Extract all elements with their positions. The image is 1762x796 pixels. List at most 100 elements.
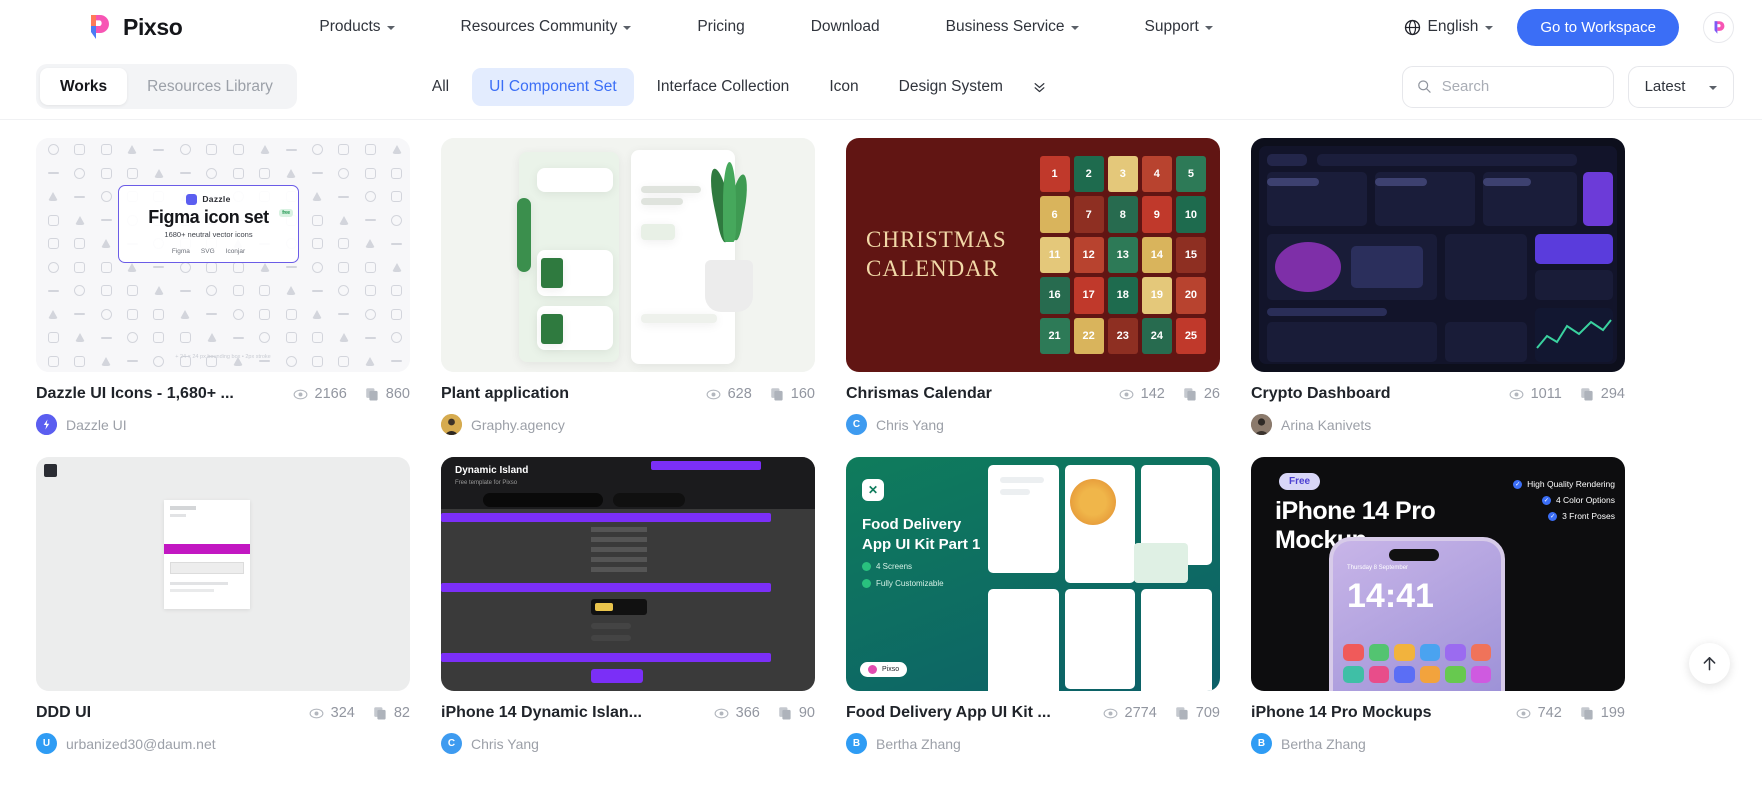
views-stat: 366 bbox=[714, 705, 760, 721]
nav-item-resources-community[interactable]: Resources Community bbox=[428, 18, 665, 36]
card-thumbnail[interactable]: Free iPhone 14 Pro Mockup ✓ High Quality… bbox=[1251, 457, 1625, 691]
icon-glyph bbox=[40, 138, 66, 162]
dyn-label: Dynamic Island bbox=[455, 465, 529, 476]
icon-glyph bbox=[119, 138, 145, 162]
icon-glyph bbox=[66, 303, 92, 327]
scroll-to-top-button[interactable] bbox=[1689, 643, 1730, 684]
nav-item-pricing[interactable]: Pricing bbox=[664, 18, 777, 36]
card-iphone-14-dynamic-island[interactable]: Dynamic Island Free template for Pixso i… bbox=[441, 457, 815, 754]
icon-glyph bbox=[119, 303, 145, 327]
icon-glyph bbox=[225, 326, 251, 350]
icon-glyph bbox=[278, 326, 304, 350]
icon-glyph bbox=[383, 185, 409, 209]
icon-glyph bbox=[225, 303, 251, 327]
card-author[interactable]: B Bertha Zhang bbox=[1251, 733, 1625, 754]
nav-label: Resources Community bbox=[460, 18, 618, 35]
card-ddd-ui[interactable]: DDD UI 324 82 U urbanized30@daum.net bbox=[36, 457, 410, 754]
filter-interface-collection[interactable]: Interface Collection bbox=[640, 68, 807, 106]
tab-works[interactable]: Works bbox=[40, 68, 128, 105]
card-food-delivery-app-ui-kit[interactable]: ✕ Food Delivery App UI Kit Part 1 4 Scre… bbox=[846, 457, 1220, 754]
card-meta: Food Delivery App UI Kit ... 2774 709 bbox=[846, 704, 1220, 722]
nav-item-business-service[interactable]: Business Service bbox=[913, 18, 1112, 36]
card-crypto-dashboard[interactable]: Crypto Dashboard 1011 294 Arina Kanivets bbox=[1251, 138, 1625, 435]
dazzle-brand: Dazzle bbox=[186, 193, 231, 205]
card-author[interactable]: B Bertha Zhang bbox=[846, 733, 1220, 754]
logo[interactable]: Pixso bbox=[84, 12, 183, 42]
food-feature-label: 4 Screens bbox=[876, 562, 913, 571]
icon-glyph bbox=[199, 162, 225, 186]
card-author[interactable]: U urbanized30@daum.net bbox=[36, 733, 410, 754]
card-thumbnail[interactable] bbox=[441, 138, 815, 372]
author-name: Bertha Zhang bbox=[1281, 735, 1366, 752]
icon-glyph bbox=[40, 350, 66, 373]
ipm-time: 14:41 bbox=[1347, 577, 1434, 615]
views-count: 2166 bbox=[314, 386, 347, 402]
filter-design-system[interactable]: Design System bbox=[882, 68, 1020, 106]
avatar bbox=[441, 414, 462, 435]
card-stats: 742 199 bbox=[1516, 705, 1625, 721]
avatar: C bbox=[441, 733, 462, 754]
card-author[interactable]: C Chris Yang bbox=[846, 414, 1220, 435]
views-stat: 742 bbox=[1516, 705, 1562, 721]
copies-count: 160 bbox=[790, 386, 815, 402]
search-box[interactable] bbox=[1402, 65, 1614, 108]
icon-glyph bbox=[119, 162, 145, 186]
icon-glyph bbox=[251, 350, 277, 373]
icon-glyph bbox=[66, 138, 92, 162]
card-thumbnail[interactable]: ✕ Food Delivery App UI Kit Part 1 4 Scre… bbox=[846, 457, 1220, 691]
icon-glyph bbox=[93, 209, 119, 233]
language-selector[interactable]: English bbox=[1404, 18, 1494, 36]
nav-item-support[interactable]: Support bbox=[1112, 18, 1246, 36]
icon-glyph bbox=[331, 326, 357, 350]
chevron-down-icon bbox=[1485, 26, 1494, 30]
ipm-date: Thursday 8 September bbox=[1347, 565, 1409, 571]
ddd-art bbox=[36, 457, 410, 691]
card-thumbnail[interactable] bbox=[36, 457, 410, 691]
advent-day: 22 bbox=[1073, 317, 1104, 354]
nav-item-products[interactable]: Products bbox=[286, 18, 427, 36]
search-input[interactable] bbox=[1441, 78, 1599, 95]
icon-glyph bbox=[278, 162, 304, 186]
card-plant-application[interactable]: Plant application 628 160 Graphy.agency bbox=[441, 138, 815, 435]
card-author[interactable]: C Chris Yang bbox=[441, 733, 815, 754]
tab-resources-library[interactable]: Resources Library bbox=[127, 68, 293, 105]
card-stats: 628 160 bbox=[706, 386, 815, 402]
card-chrismas-calendar[interactable]: CHRISTMAS CALENDAR 1 2 3 4 5 6 7 8 9 10 11 12 13 14 15… bbox=[846, 138, 1220, 435]
copies-stat: 199 bbox=[1580, 705, 1625, 721]
card-thumbnail[interactable]: CHRISTMAS CALENDAR 1 2 3 4 5 6 7 8 9 10 11 12 13 14 15… bbox=[846, 138, 1220, 372]
ipm-feature: ✓ High Quality Rendering bbox=[1513, 479, 1615, 489]
dazzle-brand-label: Dazzle bbox=[202, 194, 231, 204]
filter-icon[interactable]: Icon bbox=[812, 68, 875, 106]
ipm-feature-label: 4 Color Options bbox=[1555, 495, 1615, 505]
filter-ui-component-set[interactable]: UI Component Set bbox=[472, 67, 634, 106]
author-name: Dazzle UI bbox=[66, 416, 127, 433]
user-avatar-button[interactable] bbox=[1703, 11, 1734, 43]
go-to-workspace-button[interactable]: Go to Workspace bbox=[1517, 8, 1679, 46]
card-thumbnail[interactable] bbox=[1251, 138, 1625, 372]
eye-icon bbox=[714, 708, 729, 718]
filter-all[interactable]: All bbox=[415, 68, 466, 106]
copy-icon bbox=[1581, 707, 1593, 720]
thumb-subtitle: 1680+ neutral vector icons bbox=[164, 229, 253, 239]
expand-filters-button[interactable] bbox=[1026, 79, 1057, 94]
views-count: 2774 bbox=[1124, 705, 1157, 721]
card-stats: 324 82 bbox=[309, 705, 410, 721]
icon-glyph bbox=[93, 326, 119, 350]
card-author[interactable]: Dazzle UI bbox=[36, 414, 410, 435]
icon-glyph bbox=[331, 256, 357, 280]
card-author[interactable]: Graphy.agency bbox=[441, 414, 815, 435]
nav-item-download[interactable]: Download bbox=[778, 18, 913, 36]
card-author[interactable]: Arina Kanivets bbox=[1251, 414, 1625, 435]
card-thumbnail[interactable]: Dazzle Figma icon set free 1680+ neutral… bbox=[36, 138, 410, 372]
copy-icon bbox=[1184, 388, 1196, 401]
card-iphone-14-pro-mockups[interactable]: Free iPhone 14 Pro Mockup ✓ High Quality… bbox=[1251, 457, 1625, 754]
language-label: English bbox=[1427, 18, 1479, 35]
card-dazzle-ui-icons[interactable]: Dazzle Figma icon set free 1680+ neutral… bbox=[36, 138, 410, 435]
icon-glyph bbox=[383, 209, 409, 233]
thumb-headline-text: Figma icon set bbox=[148, 206, 269, 227]
ddd-preview-card bbox=[164, 500, 250, 609]
card-stats: 1011 294 bbox=[1509, 386, 1625, 402]
icon-glyph bbox=[251, 138, 277, 162]
sort-dropdown[interactable]: Latest bbox=[1628, 65, 1734, 108]
card-thumbnail[interactable]: Dynamic Island Free template for Pixso bbox=[441, 457, 815, 691]
